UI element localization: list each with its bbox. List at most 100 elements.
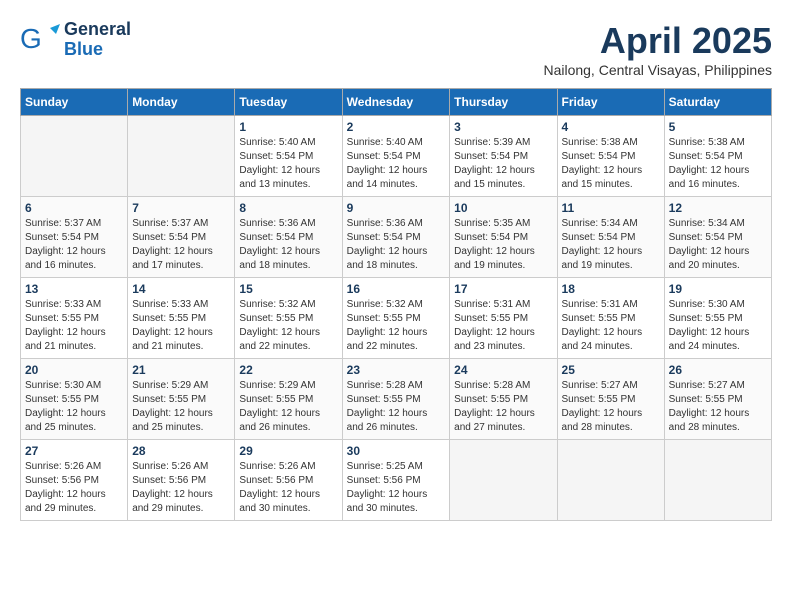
calendar-cell: 24 Sunrise: 5:28 AM Sunset: 5:55 PM Dayli… <box>450 359 557 440</box>
day-number: 30 <box>347 444 446 458</box>
day-number: 16 <box>347 282 446 296</box>
day-number: 28 <box>132 444 230 458</box>
calendar-cell: 11 Sunrise: 5:34 AM Sunset: 5:54 PM Dayli… <box>557 197 664 278</box>
calendar-cell: 13 Sunrise: 5:33 AM Sunset: 5:55 PM Dayli… <box>21 278 128 359</box>
day-info: Sunrise: 5:40 AM Sunset: 5:54 PM Dayligh… <box>239 136 337 192</box>
day-number: 19 <box>669 282 767 296</box>
day-number: 12 <box>669 201 767 215</box>
day-info: Sunrise: 5:37 AM Sunset: 5:54 PM Dayligh… <box>132 217 230 273</box>
day-info: Sunrise: 5:37 AM Sunset: 5:54 PM Dayligh… <box>25 217 123 273</box>
calendar-cell: 23Sunrise: 5:28 AM Sunset: 5:55 PM Dayli… <box>342 359 450 440</box>
calendar-cell: 7 Sunrise: 5:37 AM Sunset: 5:54 PM Daylig… <box>128 197 235 278</box>
logo-line1: General <box>64 20 131 40</box>
calendar-week-row: 1 Sunrise: 5:40 AM Sunset: 5:54 PM Daylig… <box>21 116 772 197</box>
day-number: 18 <box>562 282 660 296</box>
calendar-cell: 10 Sunrise: 5:35 AM Sunset: 5:54 PM Dayli… <box>450 197 557 278</box>
day-number: 26 <box>669 363 767 377</box>
day-info: Sunrise: 5:34 AM Sunset: 5:54 PM Dayligh… <box>562 217 660 273</box>
calendar-cell: 14Sunrise: 5:33 AM Sunset: 5:55 PM Dayli… <box>128 278 235 359</box>
day-number: 27 <box>25 444 123 458</box>
calendar-cell <box>128 116 235 197</box>
day-number: 9 <box>347 201 446 215</box>
calendar-table: SundayMondayTuesdayWednesdayThursdayFrid… <box>20 88 772 521</box>
day-info: Sunrise: 5:38 AM Sunset: 5:54 PM Dayligh… <box>562 136 660 192</box>
calendar-header-friday: Friday <box>557 89 664 116</box>
day-info: Sunrise: 5:38 AM Sunset: 5:54 PM Dayligh… <box>669 136 767 192</box>
calendar-cell: 4 Sunrise: 5:38 AM Sunset: 5:54 PM Daylig… <box>557 116 664 197</box>
day-info: Sunrise: 5:36 AM Sunset: 5:54 PM Dayligh… <box>239 217 337 273</box>
day-number: 25 <box>562 363 660 377</box>
calendar-week-row: 13 Sunrise: 5:33 AM Sunset: 5:55 PM Dayli… <box>21 278 772 359</box>
day-info: Sunrise: 5:33 AM Sunset: 5:55 PM Dayligh… <box>132 298 230 354</box>
calendar-cell: 26 Sunrise: 5:27 AM Sunset: 5:55 PM Dayli… <box>664 359 771 440</box>
day-info: Sunrise: 5:29 AM Sunset: 5:55 PM Dayligh… <box>239 379 337 435</box>
day-number: 4 <box>562 120 660 134</box>
calendar-week-row: 27 Sunrise: 5:26 AM Sunset: 5:56 PM Dayli… <box>21 440 772 521</box>
calendar-cell <box>450 440 557 521</box>
calendar-cell: 30 Sunrise: 5:25 AM Sunset: 5:56 PM Dayli… <box>342 440 450 521</box>
calendar-cell: 16 Sunrise: 5:32 AM Sunset: 5:55 PM Dayli… <box>342 278 450 359</box>
calendar-cell: 9 Sunrise: 5:36 AM Sunset: 5:54 PM Daylig… <box>342 197 450 278</box>
day-number: 29 <box>239 444 337 458</box>
calendar-week-row: 20Sunrise: 5:30 AM Sunset: 5:55 PM Dayli… <box>21 359 772 440</box>
calendar-cell: 19 Sunrise: 5:30 AM Sunset: 5:55 PM Dayli… <box>664 278 771 359</box>
day-info: Sunrise: 5:26 AM Sunset: 5:56 PM Dayligh… <box>239 460 337 516</box>
day-info: Sunrise: 5:32 AM Sunset: 5:55 PM Dayligh… <box>347 298 446 354</box>
day-info: Sunrise: 5:27 AM Sunset: 5:55 PM Dayligh… <box>562 379 660 435</box>
day-number: 11 <box>562 201 660 215</box>
calendar-cell: 15 Sunrise: 5:32 AM Sunset: 5:55 PM Dayli… <box>235 278 342 359</box>
calendar-cell <box>21 116 128 197</box>
day-info: Sunrise: 5:30 AM Sunset: 5:55 PM Dayligh… <box>669 298 767 354</box>
calendar-cell: 18 Sunrise: 5:31 AM Sunset: 5:55 PM Dayli… <box>557 278 664 359</box>
calendar-cell: 21Sunrise: 5:29 AM Sunset: 5:55 PM Dayli… <box>128 359 235 440</box>
day-info: Sunrise: 5:27 AM Sunset: 5:55 PM Dayligh… <box>669 379 767 435</box>
calendar-cell: 6 Sunrise: 5:37 AM Sunset: 5:54 PM Daylig… <box>21 197 128 278</box>
day-info: Sunrise: 5:36 AM Sunset: 5:54 PM Dayligh… <box>347 217 446 273</box>
calendar-cell: 3Sunrise: 5:39 AM Sunset: 5:54 PM Daylig… <box>450 116 557 197</box>
day-number: 13 <box>25 282 123 296</box>
day-number: 24 <box>454 363 552 377</box>
calendar-cell: 8 Sunrise: 5:36 AM Sunset: 5:54 PM Daylig… <box>235 197 342 278</box>
page-header: G General Blue April 2025 Nailong, Centr… <box>20 20 772 78</box>
calendar-header-saturday: Saturday <box>664 89 771 116</box>
day-number: 6 <box>25 201 123 215</box>
calendar-cell <box>664 440 771 521</box>
calendar-cell: 12 Sunrise: 5:34 AM Sunset: 5:54 PM Dayli… <box>664 197 771 278</box>
calendar-header-monday: Monday <box>128 89 235 116</box>
logo: G General Blue <box>20 20 131 60</box>
day-info: Sunrise: 5:34 AM Sunset: 5:54 PM Dayligh… <box>669 217 767 273</box>
day-number: 7 <box>132 201 230 215</box>
day-number: 3 <box>454 120 552 134</box>
day-info: Sunrise: 5:26 AM Sunset: 5:56 PM Dayligh… <box>132 460 230 516</box>
calendar-header-row: SundayMondayTuesdayWednesdayThursdayFrid… <box>21 89 772 116</box>
svg-text:G: G <box>20 23 42 54</box>
day-number: 2 <box>347 120 446 134</box>
day-number: 8 <box>239 201 337 215</box>
calendar-header-thursday: Thursday <box>450 89 557 116</box>
calendar-cell: 5 Sunrise: 5:38 AM Sunset: 5:54 PM Daylig… <box>664 116 771 197</box>
day-number: 20 <box>25 363 123 377</box>
day-number: 22 <box>239 363 337 377</box>
day-info: Sunrise: 5:35 AM Sunset: 5:54 PM Dayligh… <box>454 217 552 273</box>
day-info: Sunrise: 5:31 AM Sunset: 5:55 PM Dayligh… <box>454 298 552 354</box>
calendar-cell: 28 Sunrise: 5:26 AM Sunset: 5:56 PM Dayli… <box>128 440 235 521</box>
calendar-cell: 25 Sunrise: 5:27 AM Sunset: 5:55 PM Dayli… <box>557 359 664 440</box>
day-number: 1 <box>239 120 337 134</box>
day-info: Sunrise: 5:28 AM Sunset: 5:55 PM Dayligh… <box>347 379 446 435</box>
day-number: 10 <box>454 201 552 215</box>
day-info: Sunrise: 5:29 AM Sunset: 5:55 PM Dayligh… <box>132 379 230 435</box>
day-info: Sunrise: 5:25 AM Sunset: 5:56 PM Dayligh… <box>347 460 446 516</box>
day-info: Sunrise: 5:31 AM Sunset: 5:55 PM Dayligh… <box>562 298 660 354</box>
day-info: Sunrise: 5:28 AM Sunset: 5:55 PM Dayligh… <box>454 379 552 435</box>
day-number: 17 <box>454 282 552 296</box>
day-number: 5 <box>669 120 767 134</box>
calendar-cell: 1 Sunrise: 5:40 AM Sunset: 5:54 PM Daylig… <box>235 116 342 197</box>
title-block: April 2025 Nailong, Central Visayas, Phi… <box>543 20 772 78</box>
day-info: Sunrise: 5:33 AM Sunset: 5:55 PM Dayligh… <box>25 298 123 354</box>
calendar-cell: 17 Sunrise: 5:31 AM Sunset: 5:55 PM Dayli… <box>450 278 557 359</box>
day-number: 15 <box>239 282 337 296</box>
calendar-cell: 2Sunrise: 5:40 AM Sunset: 5:54 PM Daylig… <box>342 116 450 197</box>
calendar-cell: 22 Sunrise: 5:29 AM Sunset: 5:55 PM Dayli… <box>235 359 342 440</box>
day-info: Sunrise: 5:32 AM Sunset: 5:55 PM Dayligh… <box>239 298 337 354</box>
calendar-header-tuesday: Tuesday <box>235 89 342 116</box>
